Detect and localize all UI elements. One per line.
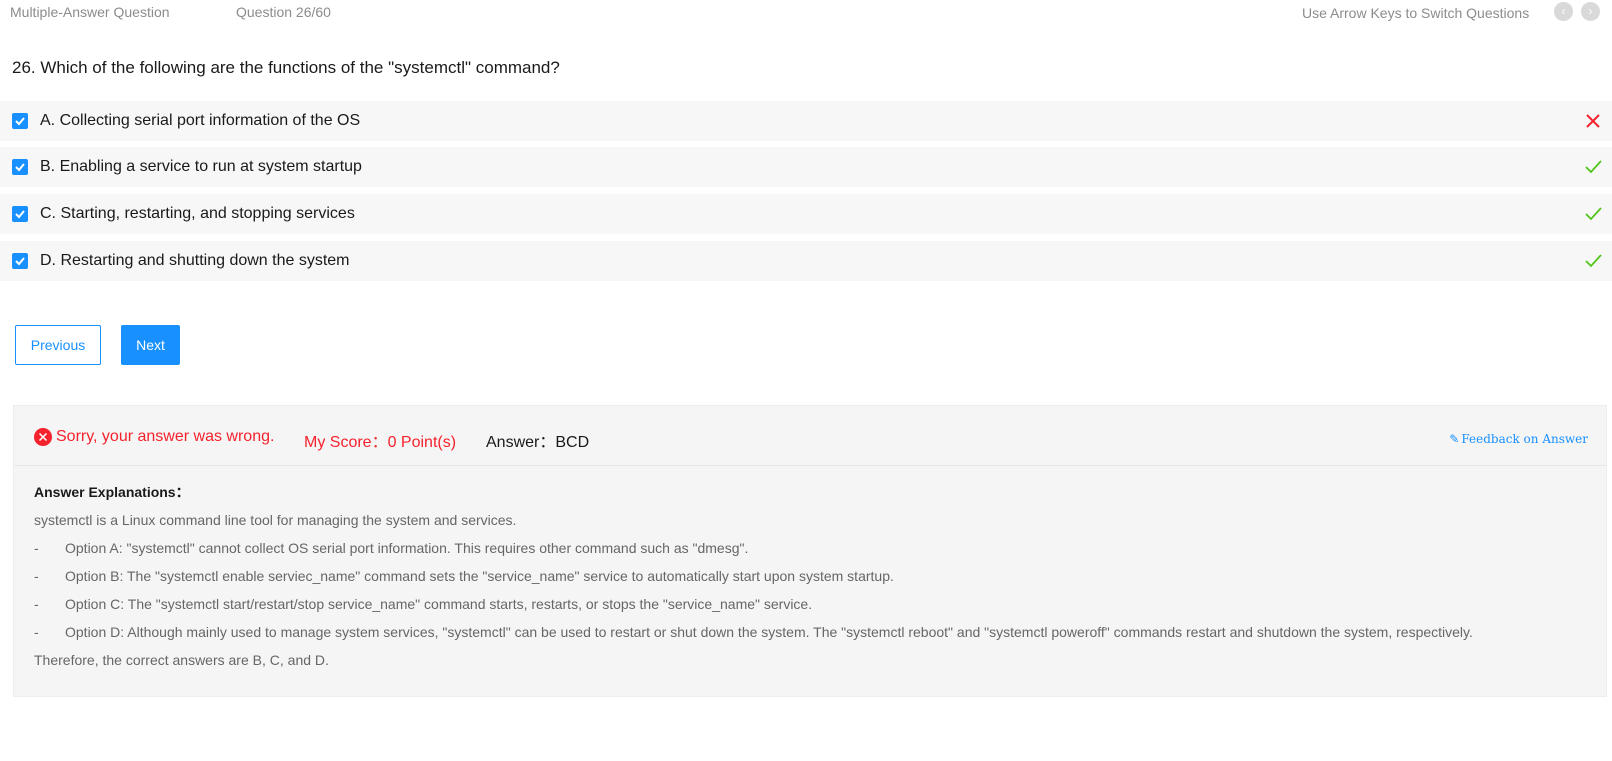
checkbox-checked[interactable] (12, 113, 28, 129)
explanation-item: - Option A: "systemctl" cannot collect OS… (34, 540, 1594, 568)
feedback-label: Feedback on Answer (1461, 432, 1588, 446)
chevron-left-icon: ‹ (1561, 4, 1566, 18)
option-d[interactable]: D. Restarting and shutting down the syst… (0, 241, 1612, 281)
correct-check-icon (1584, 252, 1602, 270)
correct-answer: Answer：BCD (486, 434, 590, 451)
explanation-conclusion: Therefore, the correct answers are B, C,… (34, 652, 329, 668)
check-icon (15, 210, 25, 219)
next-button[interactable]: Next (121, 325, 180, 365)
explanation-heading: Answer Explanations： (34, 484, 190, 500)
error-circle-icon (34, 428, 52, 446)
question-title: 26. Which of the following are the funct… (12, 58, 560, 77)
explanation-intro: systemctl is a Linux command line tool f… (34, 512, 517, 528)
check-icon (15, 117, 25, 126)
explanation-text: Option D: Although mainly used to manage… (65, 624, 1473, 640)
top-bar: Multiple-Answer Question Question 26/60 … (0, 0, 1612, 26)
wrong-x-icon (1584, 112, 1602, 130)
next-question-button[interactable]: › (1581, 2, 1600, 21)
explanation-item: - Option B: The "systemctl enable serviec… (34, 568, 1594, 596)
option-label: B. Enabling a service to run at system s… (40, 158, 362, 175)
option-label: A. Collecting serial port information of… (40, 112, 361, 129)
result-message: Sorry, your answer was wrong. (56, 428, 275, 445)
option-a[interactable]: A. Collecting serial port information of… (0, 101, 1612, 141)
my-score: My Score：0 Point(s) (304, 434, 457, 451)
result-panel: Sorry, your answer was wrong. My Score：0… (13, 405, 1607, 697)
prev-question-button[interactable]: ‹ (1554, 2, 1573, 21)
edit-icon: ✎ (1449, 432, 1460, 446)
answer-explanation: Answer Explanations： systemctl is a Linu… (34, 482, 1594, 680)
correct-check-icon (1584, 158, 1602, 176)
option-label: C. Starting, restarting, and stopping se… (40, 205, 355, 222)
option-label: D. Restarting and shutting down the syst… (40, 252, 350, 269)
option-c[interactable]: C. Starting, restarting, and stopping se… (0, 194, 1612, 234)
explanation-text: Option C: The "systemctl start/restart/s… (65, 596, 813, 612)
explanation-item: - Option D: Although mainly used to manag… (34, 624, 1594, 652)
check-icon (15, 257, 25, 266)
option-b[interactable]: B. Enabling a service to run at system s… (0, 147, 1612, 187)
checkbox-checked[interactable] (12, 206, 28, 222)
checkbox-checked[interactable] (12, 253, 28, 269)
checkbox-checked[interactable] (12, 159, 28, 175)
check-icon (15, 163, 25, 172)
explanation-text: Option A: "systemctl" cannot collect OS … (65, 540, 749, 556)
explanation-text: Option B: The "systemctl enable serviec_… (65, 568, 894, 584)
previous-button[interactable]: Previous (15, 325, 101, 365)
question-type: Multiple-Answer Question (10, 4, 170, 20)
question-progress: Question 26/60 (236, 4, 331, 20)
result-header: Sorry, your answer was wrong. My Score：0… (14, 406, 1606, 466)
explanation-item: - Option C: The "systemctl start/restart/… (34, 596, 1594, 624)
bullet-dash: - (34, 624, 39, 640)
chevron-right-icon: › (1588, 4, 1593, 18)
keyboard-hint: Use Arrow Keys to Switch Questions (1302, 5, 1530, 21)
correct-check-icon (1584, 205, 1602, 223)
bullet-dash: - (34, 568, 39, 584)
feedback-link[interactable]: ✎ Feedback on Answer (1449, 432, 1588, 446)
bullet-dash: - (34, 596, 39, 612)
bullet-dash: - (34, 540, 39, 556)
